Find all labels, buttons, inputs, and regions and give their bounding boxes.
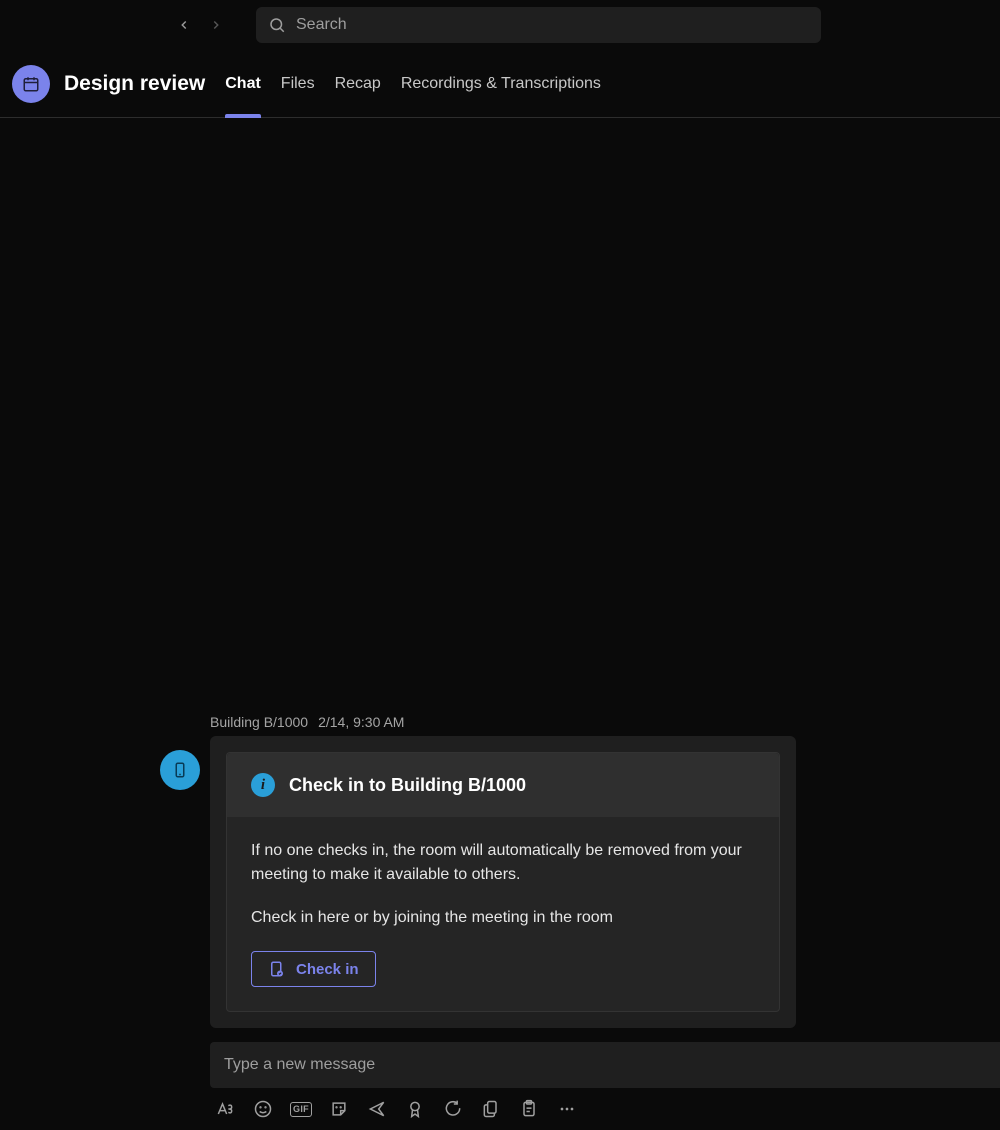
loop-button[interactable]	[442, 1098, 464, 1120]
checkin-card: i Check in to Building B/1000 If no one …	[226, 752, 780, 1012]
top-bar	[0, 0, 1000, 50]
search-box[interactable]	[256, 7, 821, 43]
calendar-icon	[22, 75, 40, 93]
sticker-button[interactable]	[328, 1098, 350, 1120]
message-meta: Building B/1000 2/14, 9:30 AM	[210, 714, 1000, 730]
chevron-left-icon	[177, 18, 191, 32]
conversation-title: Design review	[64, 72, 205, 96]
forward-button[interactable]	[204, 13, 228, 37]
compose-input[interactable]: Type a new message	[210, 1042, 1000, 1088]
main-area: Building B/1000 2/14, 9:30 AM i Check in…	[0, 118, 1000, 1130]
message-timestamp: 2/14, 9:30 AM	[318, 714, 404, 730]
clipboard-icon	[519, 1099, 539, 1119]
loop-icon	[443, 1099, 463, 1119]
chevron-right-icon	[209, 18, 223, 32]
tab-recordings[interactable]: Recordings & Transcriptions	[401, 50, 601, 117]
back-button[interactable]	[172, 13, 196, 37]
praise-button[interactable]	[404, 1098, 426, 1120]
search-input[interactable]	[296, 16, 809, 34]
compose-toolbar: GIF	[210, 1088, 1000, 1130]
ellipsis-icon	[557, 1099, 577, 1119]
gif-button[interactable]: GIF	[290, 1098, 312, 1120]
send-button[interactable]	[366, 1098, 388, 1120]
tab-recap[interactable]: Recap	[335, 50, 381, 117]
more-button[interactable]	[556, 1098, 578, 1120]
checkin-button[interactable]: Check in	[251, 951, 376, 987]
compose-placeholder: Type a new message	[224, 1056, 375, 1074]
card-text-1: If no one checks in, the room will autom…	[251, 839, 755, 885]
emoji-button[interactable]	[252, 1098, 274, 1120]
format-icon	[215, 1099, 235, 1119]
attach-button[interactable]	[480, 1098, 502, 1120]
sender-name: Building B/1000	[210, 714, 308, 730]
meeting-avatar[interactable]	[12, 65, 50, 103]
chat-messages: Building B/1000 2/14, 9:30 AM i Check in…	[0, 118, 1000, 1042]
gif-icon: GIF	[290, 1102, 312, 1117]
actions-button[interactable]	[518, 1098, 540, 1120]
tab-chat[interactable]: Chat	[225, 50, 261, 117]
checkin-button-label: Check in	[296, 961, 359, 978]
sender-avatar[interactable]	[160, 750, 200, 790]
message-row: i Check in to Building B/1000 If no one …	[160, 736, 1000, 1028]
card-header: i Check in to Building B/1000	[227, 753, 779, 817]
info-icon: i	[251, 773, 275, 797]
format-button[interactable]	[214, 1098, 236, 1120]
message-bubble: i Check in to Building B/1000 If no one …	[210, 736, 796, 1028]
compose-area: Type a new message GIF	[210, 1042, 1000, 1130]
checkin-icon	[268, 960, 286, 978]
card-title: Check in to Building B/1000	[289, 775, 526, 796]
badge-icon	[405, 1099, 425, 1119]
search-icon	[268, 16, 286, 34]
send-icon	[367, 1099, 387, 1119]
card-text-2: Check in here or by joining the meeting …	[251, 906, 755, 929]
sticker-icon	[329, 1099, 349, 1119]
card-body: If no one checks in, the room will autom…	[227, 817, 779, 1011]
emoji-icon	[253, 1099, 273, 1119]
room-icon	[171, 761, 189, 779]
conversation-header: Design review Chat Files Recap Recording…	[0, 50, 1000, 118]
tab-files[interactable]: Files	[281, 50, 315, 117]
attach-icon	[481, 1099, 501, 1119]
tab-list: Chat Files Recap Recordings & Transcript…	[225, 50, 601, 117]
